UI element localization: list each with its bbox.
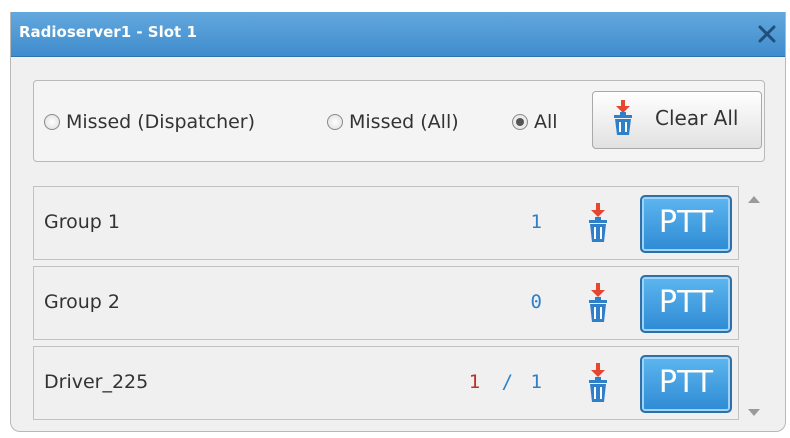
row-count: 1 / 1 [469, 371, 542, 393]
missed-count: 1 [468, 371, 481, 393]
row-count: 1 [531, 211, 542, 233]
slot-window: Radioserver1 - Slot 1 Missed (Dispatcher… [10, 12, 786, 432]
total-count: 1 [530, 371, 542, 393]
radio-missed-all[interactable]: Missed (All) [327, 109, 459, 135]
row-count: 0 [531, 291, 542, 313]
window-title: Radioserver1 - Slot 1 [19, 23, 197, 41]
total-count: 0 [530, 291, 542, 313]
filter-panel: Missed (Dispatcher) Missed (All) All Cle… [33, 80, 765, 162]
radio-circle-icon [327, 114, 343, 130]
close-button[interactable] [753, 20, 781, 48]
list-item[interactable]: Group 2 0 PTT [33, 266, 739, 340]
radio-missed-dispatcher[interactable]: Missed (Dispatcher) [44, 109, 255, 135]
list-item[interactable]: Driver_225 1 / 1 PTT [33, 346, 739, 420]
trash-icon [611, 100, 635, 140]
trash-icon [589, 283, 607, 322]
radio-all[interactable]: All [512, 109, 558, 135]
clear-all-label: Clear All [655, 106, 739, 130]
delete-button[interactable] [586, 363, 610, 407]
title-bar[interactable]: Radioserver1 - Slot 1 [11, 12, 785, 57]
ptt-button[interactable]: PTT [640, 275, 732, 333]
close-x-icon [758, 25, 776, 43]
trash-icon [589, 363, 607, 402]
radio-label: Missed (All) [349, 111, 459, 133]
list-item[interactable]: Group 1 1 PTT [33, 186, 739, 260]
radio-label: Missed (Dispatcher) [66, 111, 256, 133]
ptt-button[interactable]: PTT [640, 195, 732, 253]
row-name: Group 2 [44, 291, 120, 313]
scroll-up-arrow-icon[interactable] [748, 196, 760, 203]
delete-button[interactable] [586, 283, 610, 327]
vertical-scrollbar[interactable] [744, 184, 764, 416]
count-separator: / [501, 371, 514, 393]
radio-circle-icon [44, 114, 60, 130]
scroll-down-arrow-icon[interactable] [748, 409, 760, 416]
row-name: Driver_225 [44, 371, 149, 393]
ptt-button[interactable]: PTT [640, 355, 732, 413]
delete-button[interactable] [586, 203, 610, 247]
radio-circle-checked-icon [512, 114, 528, 130]
trash-icon [589, 203, 607, 242]
clear-all-button[interactable]: Clear All [592, 91, 762, 149]
row-name: Group 1 [44, 211, 120, 233]
radio-label: All [534, 111, 558, 133]
total-count: 1 [530, 211, 542, 233]
